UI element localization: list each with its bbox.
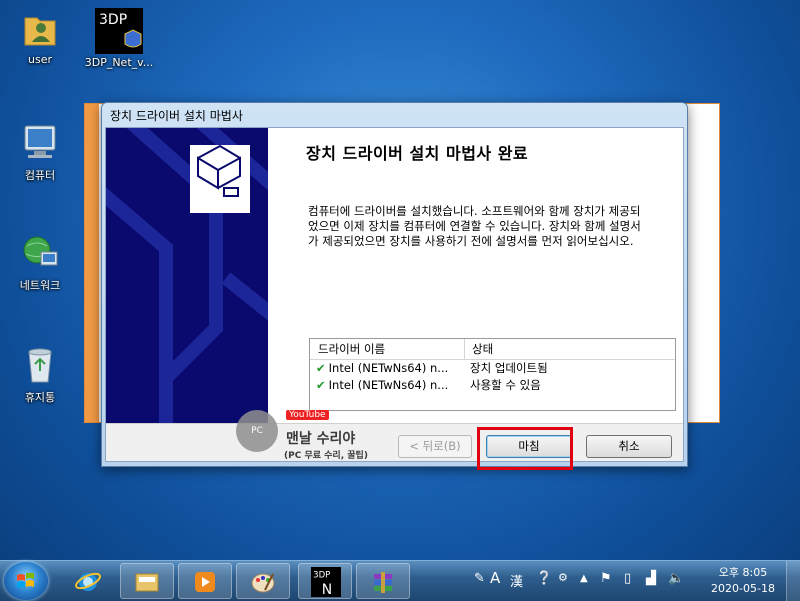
watermark-name: 맨날 수리야 <box>286 431 356 447</box>
dialog-title-bar[interactable]: 장치 드라이버 설치 마법사 <box>102 103 687 129</box>
taskbar-paint[interactable] <box>236 563 290 599</box>
desktop-icon-label: 휴지통 <box>24 391 56 404</box>
driver-status-table: 드라이버 이름 상태 ✔ Intel (NETwNs64) n... 장치 업데이… <box>309 338 676 411</box>
show-desktop-button[interactable] <box>786 561 800 601</box>
ime-pen-icon[interactable]: ✎ <box>474 571 485 586</box>
desktop-icon-network[interactable]: 네트워크 <box>5 232 75 293</box>
3dp-net-icon: 3DP <box>95 8 143 56</box>
volume-icon[interactable]: 🔈 <box>668 571 684 586</box>
winrar-icon <box>374 572 392 593</box>
action-center-flag-icon[interactable]: ⚑ <box>600 571 612 586</box>
table-row[interactable]: ✔ Intel (NETwNs64) n... 장치 업데이트됨 <box>310 360 675 377</box>
watermark-badge: PC <box>236 410 278 452</box>
watermark-subtitle: (PC 무료 수리, 꿀팁) <box>284 451 368 461</box>
cancel-button[interactable]: 취소 <box>586 435 672 458</box>
ime-options-icon[interactable]: ⚙ <box>558 571 568 584</box>
folder-icon <box>135 573 159 592</box>
system-clock[interactable]: 오후 8:05 2020-05-18 <box>706 565 780 597</box>
finish-button-highlight <box>477 427 573 470</box>
back-button[interactable]: < 뒤로(B) <box>398 435 472 458</box>
battery-icon[interactable]: ▯ <box>624 571 631 586</box>
desktop-icon-label: 컴퓨터 <box>24 169 56 182</box>
driver-name-cell: ✔ Intel (NETwNs64) n... <box>310 360 464 377</box>
youtube-badge: YouTube <box>286 410 329 420</box>
dialog-client-area: 장치 드라이버 설치 마법사 완료 컴퓨터에 드라이버를 설치했습니다. 소프트… <box>105 127 684 462</box>
checkmark-icon: ✔ <box>316 378 326 392</box>
taskbar-winrar[interactable] <box>356 563 410 599</box>
clock-time: 오후 8:05 <box>718 566 768 579</box>
show-hidden-icons-icon[interactable]: ▲ <box>580 573 588 584</box>
desktop-icon-label: 3DP_Net_v... <box>84 56 154 69</box>
taskbar: 3DP N ✎ A 漢 ❔ ⚙ ▲ ⚑ ▯ ▟ 🔈 오후 8:05 2020-0… <box>0 560 800 601</box>
svg-text:3DP: 3DP <box>313 571 330 581</box>
driver-name: Intel (NETwNs64) n... <box>328 361 449 375</box>
taskbar-3dp-net[interactable]: 3DP N <box>298 563 352 599</box>
table-header: 드라이버 이름 상태 <box>310 339 675 360</box>
desktop-icon-label: 네트워크 <box>19 279 61 292</box>
ime-mode-a[interactable]: A <box>490 569 500 587</box>
user-folder-icon <box>19 8 61 50</box>
desktop-icon-recycle-bin[interactable]: 휴지통 <box>5 344 75 405</box>
3dp-net-taskbar-icon: 3DP N <box>311 567 341 598</box>
wizard-content: 장치 드라이버 설치 마법사 완료 컴퓨터에 드라이버를 설치했습니다. 소프트… <box>268 128 683 423</box>
clock-date: 2020-05-18 <box>711 582 775 595</box>
driver-status: 장치 업데이트됨 <box>470 361 548 375</box>
svg-text:N: N <box>322 582 332 598</box>
internet-explorer-icon <box>75 572 101 591</box>
column-header-status[interactable]: 상태 <box>465 339 493 359</box>
driver-name-cell: ✔ Intel (NETwNs64) n... <box>310 377 464 394</box>
desktop-icon-user[interactable]: user <box>5 8 75 66</box>
driver-install-wizard-dialog: 장치 드라이버 설치 마법사 장치 드라이버 설치 마법사 완료 컴퓨터에 드라… <box>101 102 688 467</box>
table-row[interactable]: ✔ Intel (NETwNs64) n... 사용할 수 있음 <box>310 377 675 394</box>
recycle-bin-icon <box>19 344 61 386</box>
paint-palette-icon <box>251 573 275 593</box>
column-header-driver-name[interactable]: 드라이버 이름 <box>310 339 465 359</box>
ime-mode-han[interactable]: 漢 <box>510 571 523 590</box>
background-window-edge <box>85 104 99 422</box>
desktop-icon-computer[interactable]: 컴퓨터 <box>5 122 75 183</box>
computer-icon <box>19 122 61 164</box>
start-button[interactable] <box>4 562 48 600</box>
driver-status: 사용할 수 있음 <box>470 378 541 392</box>
desktop-icon-label: user <box>28 53 52 66</box>
network-icon <box>19 232 61 274</box>
help-icon[interactable]: ❔ <box>536 571 552 586</box>
windows-logo-icon <box>17 573 34 588</box>
driver-name: Intel (NETwNs64) n... <box>328 378 449 392</box>
wizard-side-graphic <box>106 128 268 423</box>
desktop-icon-3dp-net[interactable]: 3DP 3DP_Net_v... <box>84 8 154 69</box>
checkmark-icon: ✔ <box>316 361 326 375</box>
button-separator <box>106 423 683 424</box>
taskbar-internet-explorer[interactable] <box>62 563 116 599</box>
wizard-description: 컴퓨터에 드라이버를 설치했습니다. 소프트웨어와 함께 장치가 제공되었으면 … <box>308 204 641 248</box>
channel-watermark: PC YouTube 맨날 수리야 (PC 무료 수리, 꿀팁) <box>236 410 376 465</box>
media-player-icon <box>195 572 215 592</box>
svg-text:3DP: 3DP <box>99 12 127 28</box>
taskbar-file-explorer[interactable] <box>120 563 174 599</box>
network-signal-icon[interactable]: ▟ <box>646 571 656 586</box>
taskbar-media-player[interactable] <box>178 563 232 599</box>
wizard-heading: 장치 드라이버 설치 마법사 완료 <box>306 144 529 163</box>
